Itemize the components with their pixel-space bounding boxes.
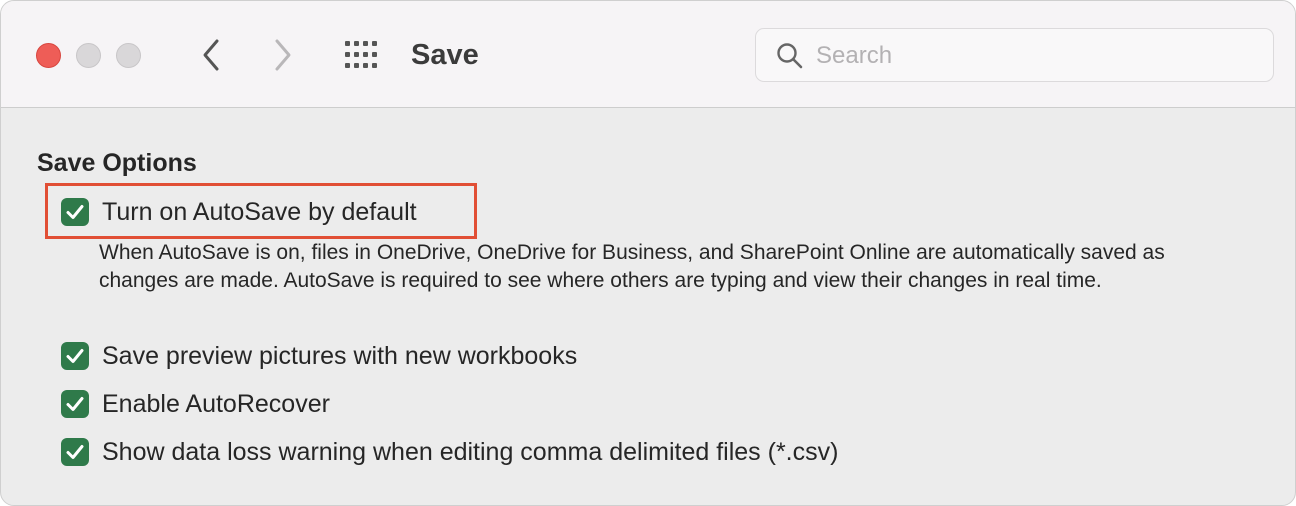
search-input[interactable]	[816, 39, 1256, 73]
section-heading: Save Options	[37, 149, 197, 177]
autosave-checkbox[interactable]	[61, 198, 89, 226]
window-title: Save	[411, 39, 479, 71]
close-window-button[interactable]	[36, 43, 61, 68]
checkmark-icon	[66, 445, 84, 459]
enable-autorecover-checkbox[interactable]	[61, 390, 89, 418]
option-save-preview-pictures[interactable]: Save preview pictures with new workbooks	[61, 340, 577, 372]
search-icon	[777, 43, 803, 69]
chevron-left-icon	[203, 39, 219, 71]
save-preview-pictures-label[interactable]: Save preview pictures with new workbooks	[102, 340, 577, 372]
zoom-window-button[interactable]	[116, 43, 141, 68]
show-all-button[interactable]	[343, 39, 381, 71]
search-field[interactable]	[755, 28, 1274, 82]
csv-data-loss-warning-checkbox[interactable]	[61, 438, 89, 466]
checkmark-icon	[66, 397, 84, 411]
chevron-right-icon	[275, 39, 291, 71]
option-autosave[interactable]: Turn on AutoSave by default	[61, 196, 417, 228]
autosave-label[interactable]: Turn on AutoSave by default	[102, 196, 417, 228]
csv-data-loss-warning-label[interactable]: Show data loss warning when editing comm…	[102, 436, 838, 468]
enable-autorecover-label[interactable]: Enable AutoRecover	[102, 388, 330, 420]
option-enable-autorecover[interactable]: Enable AutoRecover	[61, 388, 330, 420]
option-csv-data-loss-warning[interactable]: Show data loss warning when editing comm…	[61, 436, 838, 468]
forward-button[interactable]	[268, 37, 298, 73]
checkmark-icon	[66, 205, 84, 219]
show-all-grid-icon	[345, 41, 377, 68]
minimize-window-button[interactable]	[76, 43, 101, 68]
save-preview-pictures-checkbox[interactable]	[61, 342, 89, 370]
back-button[interactable]	[196, 37, 226, 73]
preferences-window: Save Save Options Turn on AutoSave by de…	[0, 0, 1296, 506]
autosave-description: When AutoSave is on, files in OneDrive, …	[99, 241, 1165, 292]
checkmark-icon	[66, 349, 84, 363]
title-bar: Save	[1, 1, 1295, 108]
